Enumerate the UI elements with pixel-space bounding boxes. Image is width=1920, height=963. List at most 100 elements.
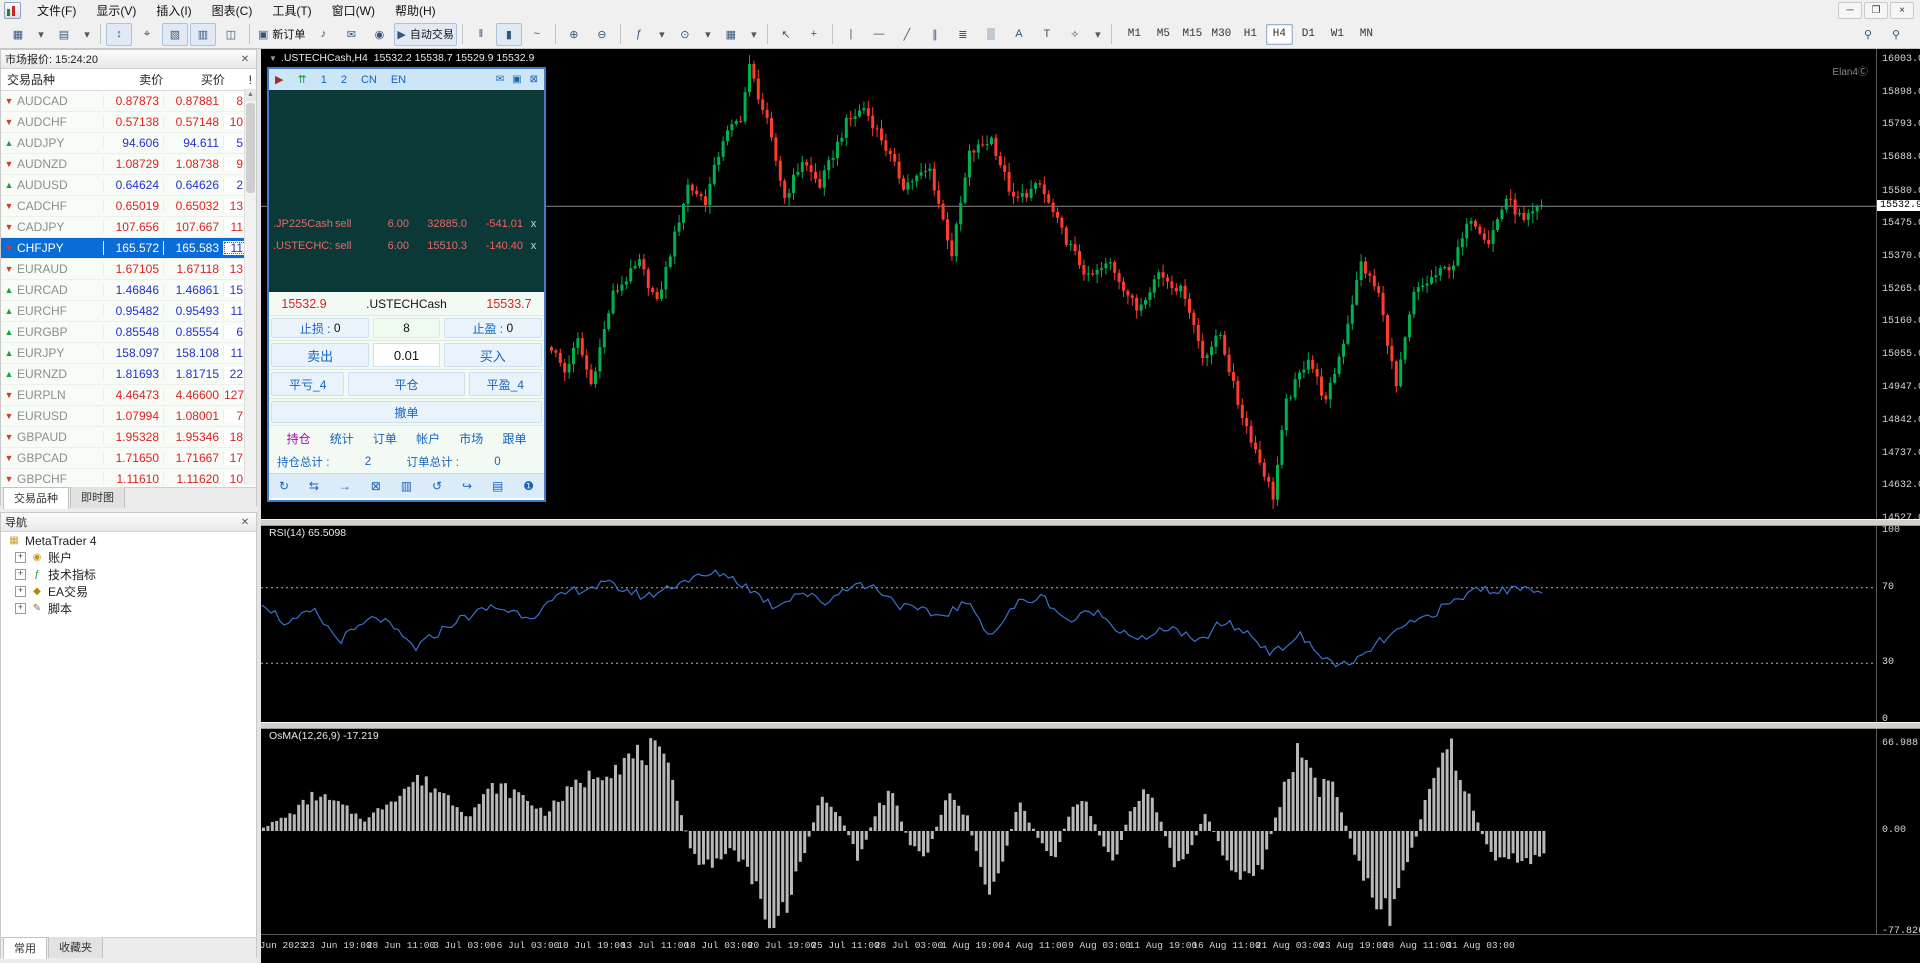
time-axis[interactable]: 21 Jun 202323 Jun 19:0028 Jun 11:003 Jul… xyxy=(261,934,1920,959)
timeframe-M1[interactable]: M1 xyxy=(1121,24,1148,45)
navigator-item-EA交易[interactable]: + ◆ EA交易 xyxy=(1,583,256,600)
market-watch-scrollbar[interactable]: ▲ xyxy=(244,89,256,485)
menu-帮助(H)[interactable]: 帮助(H) xyxy=(385,0,446,21)
strategy-tester-toggle[interactable]: ◫ xyxy=(218,23,244,46)
menu-窗口(W)[interactable]: 窗口(W) xyxy=(322,0,385,21)
timeframe-M5[interactable]: M5 xyxy=(1150,24,1177,45)
templates-dropdown[interactable]: ▾ xyxy=(746,23,762,46)
chart-menu-icon[interactable]: ▼ xyxy=(269,54,277,63)
volume-input[interactable]: 0.01 xyxy=(373,343,440,367)
crosshair-button[interactable]: + xyxy=(801,23,827,46)
quote-row-EURGBP[interactable]: ▲ EURGBP 0.85548 0.85554 6 xyxy=(1,322,256,343)
new-chart-button[interactable]: ▦ xyxy=(5,23,31,46)
expand-icon[interactable]: ⇈ xyxy=(297,73,306,86)
expand-icon[interactable]: + xyxy=(15,603,26,614)
text-button[interactable]: A xyxy=(1006,23,1032,46)
navigator-item-技术指标[interactable]: + ƒ 技术指标 xyxy=(1,566,256,583)
buy-button[interactable]: 买入 xyxy=(443,343,542,367)
scroll-up-icon[interactable]: ▲ xyxy=(245,89,256,101)
minimize-button[interactable]: ─ xyxy=(1838,1,1862,19)
navigator-toggle[interactable]: ▧ xyxy=(162,22,188,46)
channel-button[interactable]: ∥ xyxy=(922,23,948,46)
navigator-tab-收藏夹[interactable]: 收藏夹 xyxy=(48,936,103,958)
info-icon[interactable]: ❶ xyxy=(523,479,534,493)
profiles-dropdown[interactable]: ▾ xyxy=(79,23,95,46)
indicators-dropdown[interactable]: ▾ xyxy=(654,23,670,46)
profiles-button[interactable]: ▤ xyxy=(51,23,77,46)
quote-row-AUDNZD[interactable]: ▼ AUDNZD 1.08729 1.08738 9 xyxy=(1,154,256,175)
alerts-button[interactable]: ♪ xyxy=(310,23,336,46)
trade-panel-tab-持仓[interactable]: 持仓 xyxy=(277,430,320,447)
new-order-button[interactable]: ▣ 新订单 xyxy=(255,23,308,46)
trade-panel-tab-帐户[interactable]: 帐户 xyxy=(407,430,450,447)
mail-icon[interactable]: ✉ xyxy=(496,74,504,85)
cursor-button[interactable]: ↖ xyxy=(773,23,799,46)
refresh-icon[interactable]: ↻ xyxy=(279,479,289,493)
menu-图表(C)[interactable]: 图表(C) xyxy=(202,0,263,21)
vertical-line-button[interactable]: | xyxy=(838,23,864,46)
quote-row-EURUSD[interactable]: ▼ EURUSD 1.07994 1.08001 7 xyxy=(1,406,256,427)
close-button[interactable]: × xyxy=(1890,1,1914,19)
timeframe-M15[interactable]: M15 xyxy=(1179,24,1206,45)
templates-button[interactable]: ▦ xyxy=(718,23,744,46)
play-icon[interactable]: ▶ xyxy=(275,73,283,86)
trade-panel-tab-跟单[interactable]: 跟单 xyxy=(493,430,536,447)
quote-row-EURPLN[interactable]: ▼ EURPLN 4.46473 4.46600 127 xyxy=(1,385,256,406)
new-chart-dropdown[interactable]: ▾ xyxy=(33,23,49,46)
expand-icon[interactable]: + xyxy=(15,569,26,580)
quote-row-CADCHF[interactable]: ▼ CADCHF 0.65019 0.65032 13 xyxy=(1,196,256,217)
quote-row-EURCAD[interactable]: ▲ EURCAD 1.46846 1.46861 15 xyxy=(1,280,256,301)
reverse-icon[interactable]: ⇆ xyxy=(309,479,319,493)
col-symbol[interactable]: 交易品种 xyxy=(1,71,105,88)
search-symbol-button[interactable]: ⚲ xyxy=(1855,23,1881,46)
label-button[interactable]: T xyxy=(1034,23,1060,46)
periods-dropdown[interactable]: ▾ xyxy=(700,23,716,46)
layout-1-button[interactable]: 1 xyxy=(321,74,327,86)
timeframe-W1[interactable]: W1 xyxy=(1324,24,1351,45)
close-position-button[interactable]: x xyxy=(523,218,544,230)
restore-button[interactable]: ❐ xyxy=(1864,1,1888,19)
forward-icon[interactable]: → xyxy=(339,479,351,493)
trendline-button[interactable]: ╱ xyxy=(894,23,920,46)
close-all-icon[interactable]: ⊠ xyxy=(371,479,381,493)
indicator-splitter[interactable] xyxy=(261,519,1920,526)
indicator-splitter[interactable] xyxy=(261,722,1920,729)
quote-row-AUDJPY[interactable]: ▲ AUDJPY 94.606 94.611 5 xyxy=(1,133,256,154)
quote-row-EURAUD[interactable]: ▼ EURAUD 1.67105 1.67118 13 xyxy=(1,259,256,280)
terminal-toggle[interactable]: ▥ xyxy=(190,22,216,46)
menu-插入(I)[interactable]: 插入(I) xyxy=(146,0,201,21)
delete-icon[interactable]: ▥ xyxy=(401,479,412,493)
quote-row-EURCHF[interactable]: ▲ EURCHF 0.95482 0.95493 11 xyxy=(1,301,256,322)
close-winning-button[interactable]: 平盈_4 xyxy=(468,372,542,396)
mailbox-button[interactable]: ✉ xyxy=(338,23,364,46)
navigator-item-账户[interactable]: + ◉ 账户 xyxy=(1,549,256,566)
candlestick-button[interactable]: ▮ xyxy=(495,22,522,46)
timeframe-MN[interactable]: MN xyxy=(1353,24,1380,45)
quote-row-CADJPY[interactable]: ▼ CADJPY 107.656 107.667 11 xyxy=(1,217,256,238)
timeframe-H4[interactable]: H4 xyxy=(1265,23,1293,45)
data-window-toggle[interactable]: ⌖ xyxy=(134,23,160,46)
close-icon[interactable]: ✕ xyxy=(238,54,252,65)
redo-icon[interactable]: ↪ xyxy=(462,479,472,493)
quote-row-GBPCHF[interactable]: ▼ GBPCHF 1.11610 1.11620 10 xyxy=(1,469,256,487)
arrows-button[interactable]: ✧ xyxy=(1062,23,1088,46)
market-watch-toggle[interactable]: ↕ xyxy=(106,22,132,46)
navigator-root[interactable]: ▦ MetaTrader 4 xyxy=(1,532,256,549)
trade-panel-tab-统计[interactable]: 统计 xyxy=(320,430,363,447)
auto-trading-button[interactable]: ▶ 自动交易 xyxy=(394,22,457,46)
col-ask[interactable]: 买价 xyxy=(167,71,229,88)
grid-button[interactable]: ▒ xyxy=(978,23,1004,46)
lang-cn-button[interactable]: CN xyxy=(361,74,377,86)
quote-row-AUDUSD[interactable]: ▲ AUDUSD 0.64624 0.64626 2 xyxy=(1,175,256,196)
bar-chart-button[interactable]: ‖ xyxy=(468,23,494,46)
cancel-orders-button[interactable]: 撤单 xyxy=(271,401,542,423)
navigator-item-脚本[interactable]: + ✎ 脚本 xyxy=(1,600,256,617)
quote-row-EURJPY[interactable]: ▲ EURJPY 158.097 158.108 11 xyxy=(1,343,256,364)
col-spread[interactable]: ! xyxy=(229,73,256,87)
menu-工具(T)[interactable]: 工具(T) xyxy=(262,0,321,21)
navigator-tab-常用[interactable]: 常用 xyxy=(3,937,47,959)
quote-row-GBPCAD[interactable]: ▼ GBPCAD 1.71650 1.71667 17 xyxy=(1,448,256,469)
menu-显示(V)[interactable]: 显示(V) xyxy=(86,0,146,21)
quote-row-AUDCAD[interactable]: ▼ AUDCAD 0.87873 0.87881 8 xyxy=(1,91,256,112)
quote-row-GBPAUD[interactable]: ▼ GBPAUD 1.95328 1.95346 18 xyxy=(1,427,256,448)
